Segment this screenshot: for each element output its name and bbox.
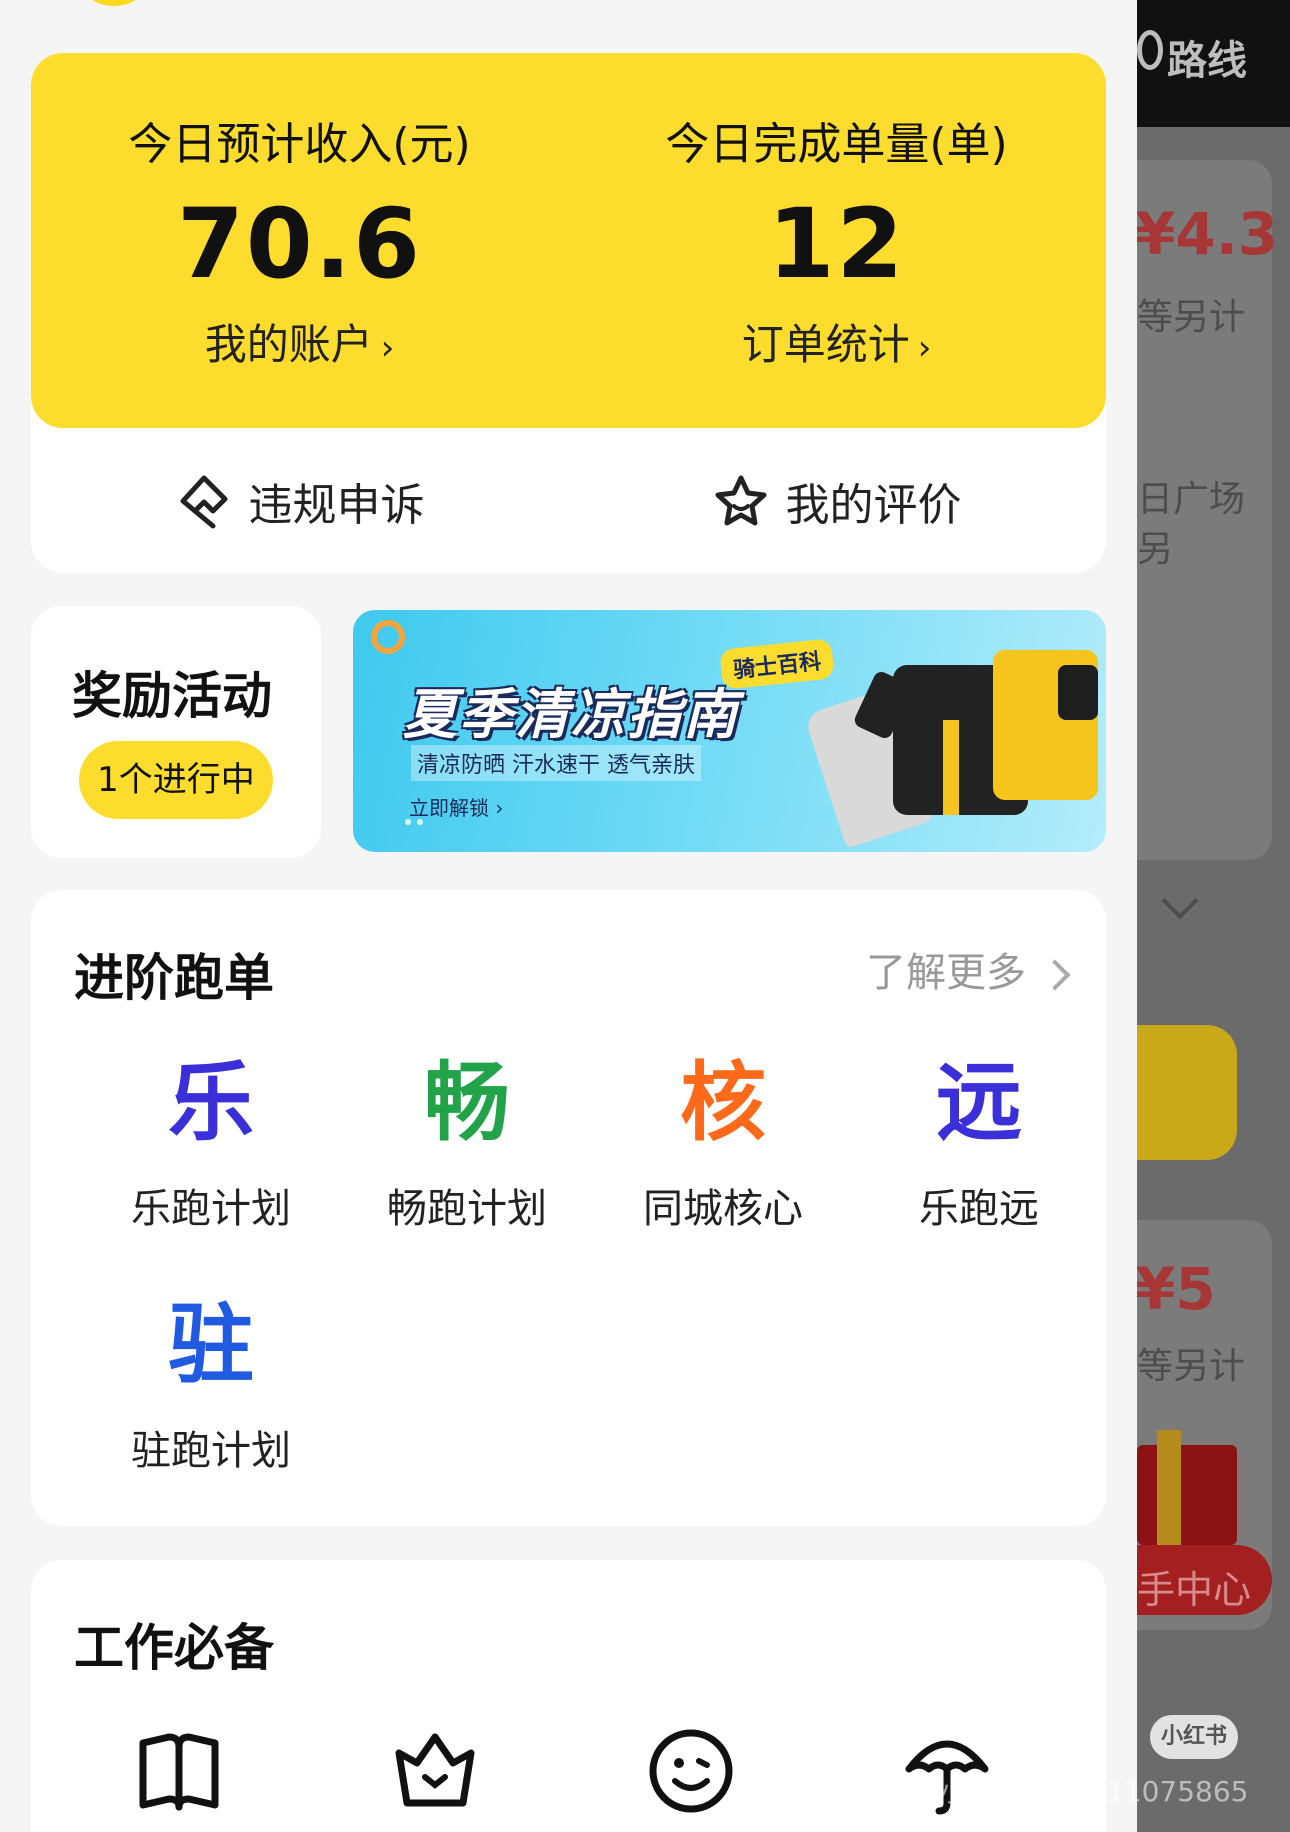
- background-text: 等另计: [1137, 297, 1246, 338]
- gift-ribbon: [1157, 1430, 1181, 1550]
- banner-subtitle: 清凉防晒 汗水速干 透气亲肤: [411, 745, 701, 781]
- plan-icon: 畅: [424, 1053, 510, 1153]
- plan-label: 乐跑远: [919, 1186, 1039, 1232]
- watermark-logo: 小红书: [1150, 1715, 1238, 1759]
- main-panel: 今日预计收入(元) 70.6 我的账户 › 今日完成单量(单) 12 订单统计 › …: [0, 0, 1137, 1832]
- promo-banner[interactable]: 骑士百科 夏季清凉指南 清凉防晒 汗水速干 透气亲肤 立即解锁 ›: [353, 610, 1106, 852]
- chevron-right-icon: ›: [380, 328, 395, 368]
- book-icon[interactable]: [133, 1725, 225, 1817]
- route-header: 路线: [1137, 0, 1290, 127]
- crown-icon[interactable]: [389, 1725, 481, 1817]
- plan-icon: 核: [680, 1053, 766, 1153]
- plan-label: 驻跑计划: [131, 1428, 291, 1474]
- appeal-icon: [180, 475, 227, 528]
- polo-sleeve: [1058, 665, 1098, 720]
- income-stat: 今日预计收入(元) 70.6 我的账户 ›: [31, 53, 568, 428]
- chevron-right-icon: ›: [917, 328, 932, 368]
- carousel-dots: [405, 810, 429, 829]
- account-link-label: 我的账户: [204, 320, 373, 369]
- chevron-down-icon: [1161, 882, 1199, 920]
- account-link[interactable]: 我的账户 ›: [31, 311, 568, 372]
- appeal-button[interactable]: 违规申诉: [31, 428, 568, 573]
- watermark-text: 小红书号: 1111075865: [940, 1775, 1249, 1808]
- plan-icon: 乐: [168, 1053, 254, 1153]
- my-reviews-label: 我的评价: [785, 479, 962, 531]
- smile-icon[interactable]: [645, 1725, 737, 1817]
- plan-item[interactable]: 核同城核心: [595, 1048, 851, 1234]
- orders-value: 12: [767, 188, 906, 300]
- background-page-overlay: 路线 ¥4.3 等另计 日广场 另 ¥5 等另计 手中心 小红书: [1137, 0, 1290, 1832]
- avatar[interactable]: [75, 0, 153, 6]
- plan-item[interactable]: 驻驻跑计划: [83, 1290, 339, 1476]
- income-label: 今日预计收入(元): [128, 119, 471, 170]
- tshirt-stripe: [943, 720, 959, 815]
- route-icon: [1137, 30, 1163, 70]
- banner-title: 夏季清凉指南: [403, 683, 739, 746]
- gift-icon: [1137, 1445, 1237, 1545]
- my-reviews-button[interactable]: 我的评价: [568, 428, 1105, 573]
- chevron-right-icon: [1039, 959, 1071, 991]
- order-stats-link-label: 订单统计: [741, 320, 910, 369]
- route-label: 路线: [1167, 38, 1247, 84]
- star-icon: [715, 475, 766, 525]
- plan-label: 同城核心: [643, 1186, 803, 1232]
- stats-card: 今日预计收入(元) 70.6 我的账户 › 今日完成单量(单) 12 订单统计 › …: [31, 53, 1106, 573]
- plan-label: 乐跑计划: [131, 1186, 291, 1232]
- orders-label: 今日完成单量(单): [665, 119, 1008, 170]
- stats-banner: 今日预计收入(元) 70.6 我的账户 › 今日完成单量(单) 12 订单统计 ›: [31, 53, 1106, 428]
- plan-item[interactable]: 畅畅跑计划: [339, 1048, 595, 1234]
- plan-label: 畅跑计划: [387, 1186, 547, 1232]
- background-pill: 手中心: [1137, 1545, 1272, 1615]
- reward-card[interactable]: 奖励活动 1个进行中: [31, 606, 321, 858]
- order-stats-link[interactable]: 订单统计 ›: [568, 311, 1105, 372]
- tools-title: 工作必备: [74, 1619, 274, 1677]
- appeal-label: 违规申诉: [248, 479, 425, 531]
- learn-more-label: 了解更多: [866, 950, 1026, 996]
- reward-status-badge: 1个进行中: [79, 741, 273, 819]
- orders-stat: 今日完成单量(单) 12 订单统计 ›: [568, 53, 1105, 428]
- plan-item[interactable]: 远乐跑远: [851, 1048, 1107, 1234]
- background-button: [1137, 1025, 1237, 1160]
- plan-item[interactable]: 乐乐跑计划: [83, 1048, 339, 1234]
- background-text: 日广场: [1137, 479, 1246, 520]
- background-price: ¥5: [1137, 1255, 1216, 1323]
- background-price: ¥4.3: [1137, 200, 1279, 268]
- plan-icon: 远: [936, 1053, 1022, 1153]
- learn-more-link[interactable]: 了解更多: [866, 940, 1071, 998]
- advanced-section: 进阶跑单 了解更多 乐乐跑计划畅畅跑计划核同城核心远乐跑远驻驻跑计划: [31, 890, 1106, 1526]
- background-pill-label: 手中心: [1137, 1568, 1252, 1612]
- background-text: 另: [1137, 529, 1174, 570]
- plan-icon: 驻: [168, 1295, 254, 1395]
- advanced-title: 进阶跑单: [74, 949, 274, 1007]
- reward-title: 奖励活动: [72, 667, 272, 725]
- background-text: 等另计: [1137, 1346, 1246, 1387]
- sun-icon: [371, 620, 405, 654]
- income-value: 70.6: [177, 188, 422, 300]
